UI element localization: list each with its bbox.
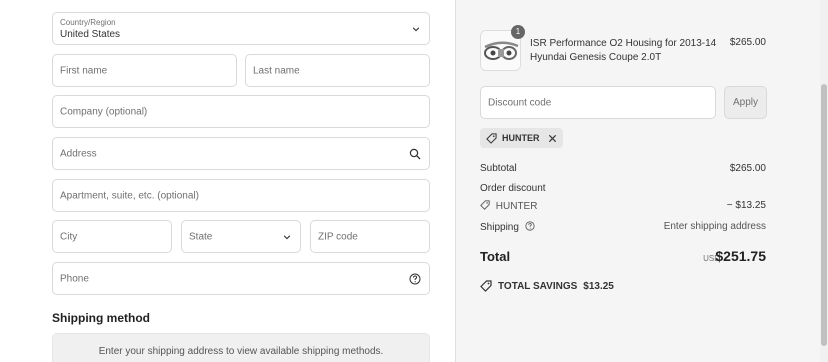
first-name-placeholder: First name [60,65,108,76]
apply-discount-button[interactable]: Apply [724,86,767,119]
state-select[interactable]: State [181,220,301,253]
discount-code-placeholder: Discount code [488,97,552,108]
close-icon[interactable] [548,134,557,143]
zip-field[interactable]: ZIP code [310,220,430,253]
company-field[interactable]: Company (optional) [52,95,430,128]
address-field[interactable]: Address [52,137,430,170]
total-savings-label: TOTAL SAVINGS [498,280,578,292]
phone-placeholder: Phone [60,273,89,284]
shipping-methods-message: Enter your shipping address to view avai… [98,346,384,357]
order-discount-value: − $13.25 [726,200,766,211]
order-summary-panel: 1 ISR Performance O2 Housing for 2013-14… [455,0,828,362]
country-select[interactable]: Country/Region United States [52,12,430,45]
country-value: United States [60,29,121,40]
search-icon [409,148,421,159]
help-icon[interactable] [409,273,421,285]
help-icon[interactable] [525,221,535,231]
applied-discount-code: HUNTER [502,133,540,143]
tag-icon [486,132,497,144]
shipping-row: Shipping Enter shipping address [480,221,766,233]
zip-placeholder: ZIP code [318,231,358,242]
subtotal-row: Subtotal $265.00 [480,163,766,174]
checkout-form-panel: Country/Region United States First name … [0,0,455,362]
last-name-field[interactable]: Last name [245,54,430,87]
subtotal-value: $265.00 [729,163,766,174]
company-placeholder: Company (optional) [60,106,148,117]
order-discount-label: Order discount [480,183,546,194]
state-value: State [189,231,213,242]
first-name-field[interactable]: First name [52,54,237,87]
shipping-methods-placeholder: Enter your shipping address to view avai… [52,333,430,362]
scrollbar[interactable] [820,0,828,362]
applied-discount-tag: HUNTER [480,128,563,148]
last-name-placeholder: Last name [253,65,300,76]
quantity-badge: 1 [511,25,525,39]
order-discount-code-row: HUNTER − $13.25 [480,200,766,212]
apartment-placeholder: Apartment, suite, etc. (optional) [60,190,199,201]
tag-icon [480,200,490,210]
phone-field[interactable]: Phone [52,262,430,295]
total-label: Total [480,249,511,264]
scrollbar-thumb[interactable] [821,84,827,346]
city-field[interactable]: City [52,220,172,253]
total-value: $251.75 [715,248,766,264]
country-label: Country/Region [60,18,116,27]
chevron-down-icon [283,234,291,239]
order-discount-row: Order discount [480,183,766,194]
apartment-field[interactable]: Apartment, suite, etc. (optional) [52,179,430,212]
shipping-value: Enter shipping address [663,221,766,232]
chevron-down-icon [412,26,420,31]
address-placeholder: Address [60,148,97,159]
total-savings: TOTAL SAVINGS $13.25 [480,280,614,292]
shipping-method-heading: Shipping method [52,311,150,325]
tag-icon [480,280,492,292]
total-savings-value: $13.25 [583,280,614,292]
order-discount-code: HUNTER [495,201,538,212]
product-name: ISR Performance O2 Housing for 2013-14 H… [530,38,717,63]
product-price: $265.00 [729,37,766,48]
shipping-label: Shipping [480,222,519,233]
city-placeholder: City [60,231,78,242]
subtotal-label: Subtotal [480,163,517,174]
discount-code-input[interactable]: Discount code [480,86,716,119]
